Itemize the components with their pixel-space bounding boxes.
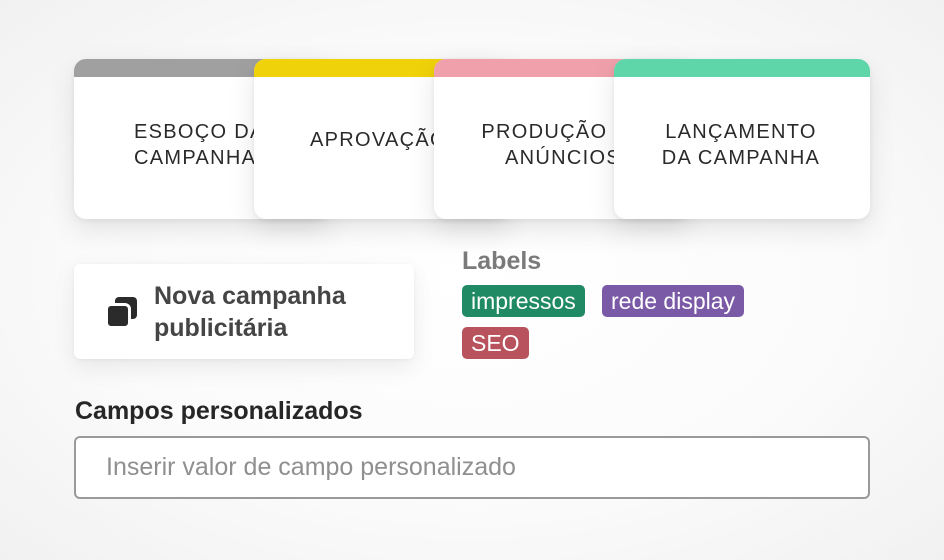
stage-card-campaign-launch[interactable]: LANÇAMENTO DA CAMPANHA	[614, 59, 870, 219]
label-chip-seo[interactable]: SEO	[462, 327, 529, 359]
task-card[interactable]: Nova campanha publicitária	[74, 264, 414, 359]
label-chip-impressos[interactable]: impressos	[462, 285, 585, 317]
copy-icon	[104, 294, 140, 330]
task-title: Nova campanha publicitária	[154, 282, 346, 342]
label-chip-rede-display[interactable]: rede display	[602, 285, 745, 317]
stage-color-bar	[614, 59, 870, 77]
custom-fields-heading: Campos personalizados	[75, 397, 363, 425]
custom-field-input[interactable]	[74, 436, 870, 499]
stage-label: LANÇAMENTO DA CAMPANHA	[661, 121, 821, 169]
labels-heading: Labels	[462, 247, 542, 275]
